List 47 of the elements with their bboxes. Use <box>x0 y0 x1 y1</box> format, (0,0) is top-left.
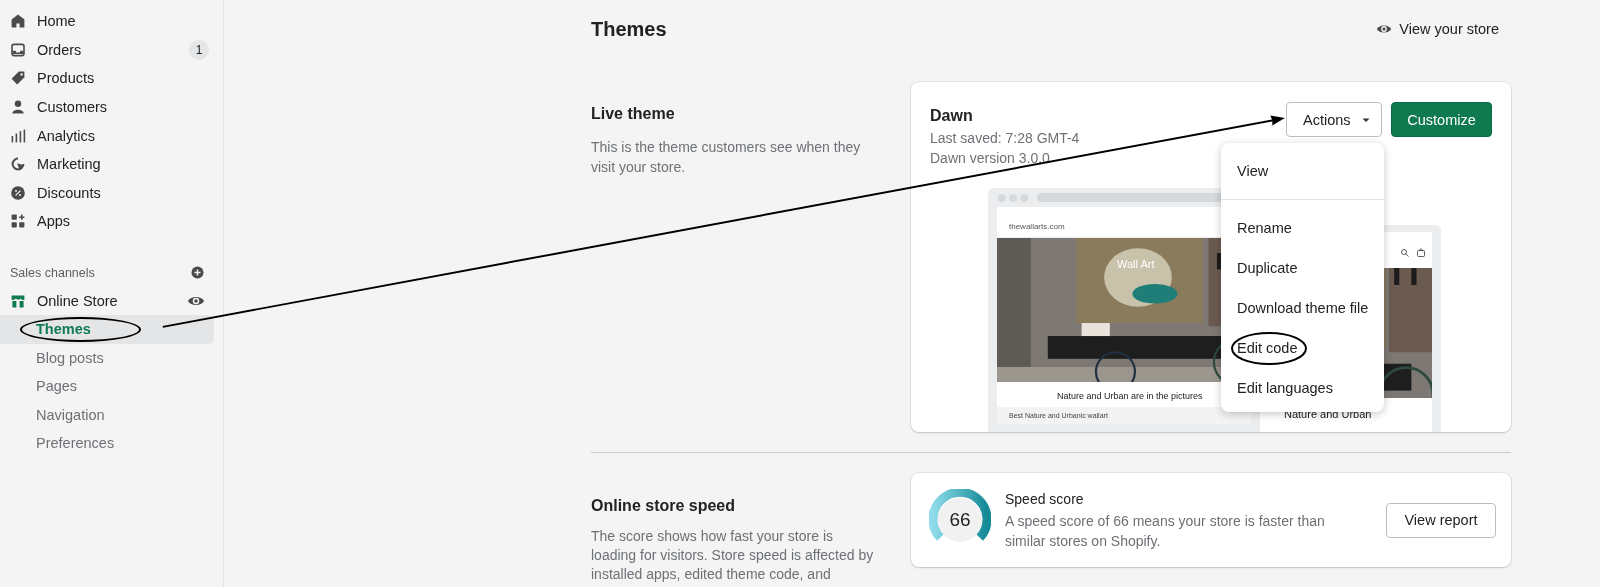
discount-badge-icon <box>10 184 26 201</box>
inbox-icon <box>10 41 26 58</box>
last-saved-text: Last saved: 7:28 GMT-4 <box>930 129 1080 148</box>
speed-score-title: Speed score <box>1005 490 1085 509</box>
count-badge: 1 <box>189 39 209 60</box>
home-icon <box>10 13 26 30</box>
tag-icon <box>10 70 26 87</box>
nav-item[interactable]: Online Store <box>0 286 223 316</box>
search-icon <box>1400 248 1410 258</box>
nav-item[interactable]: Apps <box>0 207 223 236</box>
menu-item[interactable]: Rename <box>1221 208 1384 248</box>
customize-button[interactable]: Customize <box>1391 102 1492 137</box>
nav-item[interactable]: Analytics <box>0 121 223 150</box>
speed-score-description: A speed score of 66 means your store is faster than similar stores on Shopify. <box>1005 512 1326 551</box>
page-title: Themes <box>591 17 667 41</box>
speed-score-value: 66 <box>948 509 972 531</box>
nav-item[interactable]: Products <box>0 64 223 93</box>
cursor-target-icon <box>10 156 26 173</box>
section-heading: Live theme <box>591 105 676 123</box>
add-icon[interactable] <box>190 265 205 281</box>
section-description: The score shows how fast your store is loading for visitors. Store speed is affected by installed apps, edited theme code, and <box>591 527 875 584</box>
preview-heading: Nature and Urban are in the pictures <box>1057 390 1203 403</box>
menu-item[interactable]: Edit languages <box>1221 368 1384 408</box>
view-store-link[interactable]: View your store <box>1376 21 1499 37</box>
nav-subitem[interactable]: Preferences <box>0 428 214 458</box>
section-description: This is the theme customers see when they visit your store. <box>591 138 862 177</box>
nav-item[interactable]: Discounts <box>0 178 223 208</box>
theme-name: Dawn <box>930 106 974 126</box>
bar-chart-icon <box>10 127 26 144</box>
view-report-button[interactable]: View report <box>1386 502 1496 538</box>
store-icon <box>10 293 26 310</box>
nav-subitem[interactable]: Pages <box>0 372 214 401</box>
section-heading: Online store speed <box>591 497 737 515</box>
nav-subitem[interactable]: Navigation <box>0 400 214 429</box>
section-heading: Sales channels <box>10 265 95 280</box>
nav-subitem[interactable]: Themes <box>0 315 214 344</box>
nav-item[interactable]: Marketing <box>0 149 223 179</box>
apps-icon <box>10 213 26 230</box>
nav-item[interactable]: Home <box>0 7 223 36</box>
nav-item[interactable]: Orders 1 <box>0 35 223 65</box>
nav-item[interactable]: Customers <box>0 92 223 122</box>
nav-subitem[interactable]: Blog posts <box>0 343 214 373</box>
actions-button[interactable]: Actions <box>1286 102 1382 137</box>
bag-icon <box>1416 248 1426 258</box>
site-name: thewallarts.com <box>1009 221 1065 231</box>
person-icon <box>10 99 26 116</box>
menu-item[interactable]: View <box>1221 151 1384 191</box>
